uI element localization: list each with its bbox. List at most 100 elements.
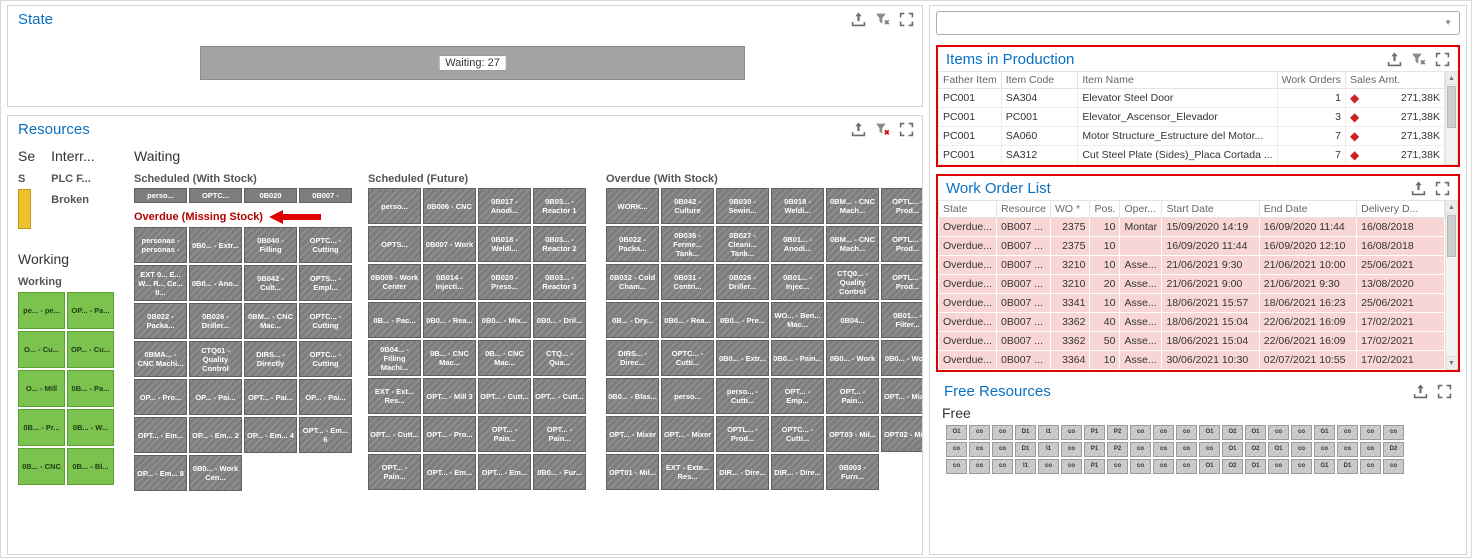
resource-tile[interactable]: 0BM... - CNC Mach... (826, 226, 879, 262)
resource-tile[interactable]: perso... (661, 378, 714, 414)
resource-tile[interactable]: perso... - Cutti... (716, 378, 769, 414)
resource-tile[interactable]: 0B01... - Anodi... (771, 226, 824, 262)
column-header[interactable]: State (937, 200, 998, 218)
resource-tile[interactable]: O1 (1222, 442, 1243, 457)
resource-tile[interactable]: 0B022 - Packa... (606, 226, 659, 262)
resource-tile[interactable]: P2 (1107, 442, 1128, 457)
resource-tile[interactable]: P1 (1084, 442, 1105, 457)
resource-tile[interactable]: OPTS... (368, 226, 421, 262)
resource-tile[interactable]: EXT - Exte... Res... (661, 454, 714, 490)
resource-tile[interactable]: O1 (1268, 442, 1289, 457)
column-header[interactable]: Work Orders (1276, 71, 1346, 89)
resource-tile[interactable]: O1 (946, 425, 967, 440)
resource-tile[interactable]: 0B0... - Rea... (661, 302, 714, 338)
resource-tile[interactable]: OPTL... - Prod... (881, 264, 922, 300)
resource-tile[interactable]: D2 (1383, 442, 1404, 457)
resource-tile[interactable]: 0B014 - Injecti... (423, 264, 476, 300)
column-header[interactable]: Resource (996, 200, 1051, 218)
resource-tile[interactable]: 0B01... - Injec... (771, 264, 824, 300)
resource-tile[interactable]: co (1314, 442, 1335, 457)
resource-tile[interactable]: 0B0... - Work Cen... (189, 455, 242, 491)
resource-tile[interactable]: co (1061, 459, 1082, 474)
resource-tile[interactable]: 0B... - Bl... (67, 448, 114, 485)
scrollbar-thumb[interactable] (1447, 215, 1456, 257)
resource-tile[interactable]: O1 (1245, 459, 1266, 474)
table-row[interactable]: Overdue... 0B007 ... 3341 10 Asse... 18/06/20… (937, 293, 1445, 313)
resource-tile[interactable]: 0B017 - Anodi... (478, 188, 531, 224)
resource-tile[interactable]: perso... (368, 188, 421, 224)
resource-tile[interactable]: 0B007 - Work (423, 226, 476, 262)
resource-tile[interactable]: OPTC... - Cutting (299, 341, 352, 377)
resource-tile[interactable]: OPT... - Emp... (771, 378, 824, 414)
resource-tile[interactable]: OPT... - Em... (478, 454, 531, 490)
resource-tile[interactable]: O2 (1245, 442, 1266, 457)
resource-tile[interactable]: co (1268, 425, 1289, 440)
resource-tile[interactable]: OPTS... - Empl... (299, 265, 352, 301)
clear-filter-icon[interactable] (875, 122, 890, 137)
resource-tile[interactable]: OPT01 - Mil... (606, 454, 659, 490)
resource-tile[interactable]: 0B0... - Work (826, 340, 879, 376)
table-row[interactable]: Overdue... 0B007 ... 3210 20 Asse... 21/06/20… (937, 274, 1445, 294)
table-row[interactable]: Overdue... 0B007 ... 2375 10 Montar 15/09/202… (937, 217, 1445, 237)
resource-tile[interactable]: O2 (1222, 425, 1243, 440)
resource-tile[interactable]: OP... - Pai... (299, 379, 352, 415)
column-header[interactable]: Pos. (1089, 200, 1121, 218)
resource-tile[interactable]: 0B020 (244, 188, 297, 203)
resource-tile[interactable]: P1 (1084, 459, 1105, 474)
table-row[interactable]: PC001 SA312 Cut Steel Plate (Sides)_Placa … (938, 145, 1446, 165)
column-header[interactable]: Sales Amt. (1344, 71, 1446, 89)
resource-tile[interactable]: pe... - pe... (18, 292, 65, 329)
resource-tile[interactable]: D1 (1337, 459, 1358, 474)
export-icon[interactable] (1387, 52, 1402, 67)
resource-tile[interactable]: 0B040 - Filling (244, 227, 297, 263)
resource-tile[interactable]: co (992, 459, 1013, 474)
resource-tile[interactable]: OPT... - Pain... (368, 454, 421, 490)
resource-tile[interactable]: OPT... - Em... (423, 454, 476, 490)
resource-tile[interactable]: 0B0... - Ano... (189, 265, 242, 301)
expand-icon[interactable] (899, 122, 914, 137)
scroll-down-icon[interactable]: ▼ (1446, 356, 1457, 369)
resource-tile[interactable]: co (1291, 425, 1312, 440)
resource-tile[interactable]: P2 (1107, 425, 1128, 440)
setup-resource-tile[interactable] (18, 189, 31, 229)
resource-tile[interactable]: OPTL... - Prod... (716, 416, 769, 452)
resource-tile[interactable]: co (1337, 425, 1358, 440)
resource-tile[interactable]: 0B0... - Mix... (478, 302, 531, 338)
column-header[interactable]: Oper... (1119, 200, 1163, 218)
resource-tile[interactable]: O1 (1199, 459, 1220, 474)
resource-tile[interactable]: EXT - Ext... Res... (368, 378, 421, 414)
resource-tile[interactable]: OP... - Em... 4 (244, 417, 297, 453)
resource-tile[interactable]: co (1291, 459, 1312, 474)
resource-tile[interactable]: 0B0... - Pain... (771, 340, 824, 376)
resource-tile[interactable]: EXT 0... E... W... R... Ce... II... (134, 265, 187, 301)
resource-tile[interactable]: OPT02 - Mil... (881, 416, 922, 452)
column-header[interactable]: Item Name (1077, 71, 1278, 89)
resource-tile[interactable]: perso... (134, 188, 187, 203)
resource-tile[interactable]: G1 (1314, 459, 1335, 474)
table-row[interactable]: PC001 SA060 Motor Structure_Estructure del… (938, 126, 1446, 146)
resource-tile[interactable]: 0B027 - Cleani... Tank... (716, 226, 769, 262)
resource-tile[interactable]: OP... - Em... 2 (189, 417, 242, 453)
expand-icon[interactable] (1437, 384, 1452, 399)
resource-tile[interactable]: 0B007 - (299, 188, 352, 203)
table-row[interactable]: Overdue... 0B007 ... 3362 40 Asse... 18/06/20… (937, 312, 1445, 332)
resource-tile[interactable]: 0B0... - Work (881, 340, 922, 376)
resource-tile[interactable]: OP... - Pai... (189, 379, 242, 415)
resource-tile[interactable]: OP... - Em... 8 (134, 455, 187, 491)
scroll-up-icon[interactable]: ▲ (1446, 201, 1457, 214)
scroll-up-icon[interactable]: ▲ (1446, 72, 1457, 85)
export-icon[interactable] (1413, 384, 1428, 399)
resource-tile[interactable]: OP... - Cu... (67, 331, 114, 368)
clear-filter-icon[interactable] (875, 12, 890, 27)
resource-tile[interactable]: personas - personas - (134, 227, 187, 263)
resource-tile[interactable]: co (1176, 425, 1197, 440)
waiting-state-bar[interactable]: Waiting: 27 (200, 46, 745, 80)
resource-tile[interactable]: 0B0... - Blas... (606, 378, 659, 414)
resource-tile[interactable]: 0B... - Dry... (606, 302, 659, 338)
filter-combobox[interactable]: ▼ (936, 11, 1460, 35)
resource-tile[interactable]: OPTC... (189, 188, 242, 203)
resource-tile[interactable]: CTQ... - Qua... (533, 340, 586, 376)
resource-tile[interactable]: DIR... - Dire... (716, 454, 769, 490)
resource-tile[interactable]: 0B... - CNC Mac... (423, 340, 476, 376)
resource-tile[interactable]: co (1176, 442, 1197, 457)
